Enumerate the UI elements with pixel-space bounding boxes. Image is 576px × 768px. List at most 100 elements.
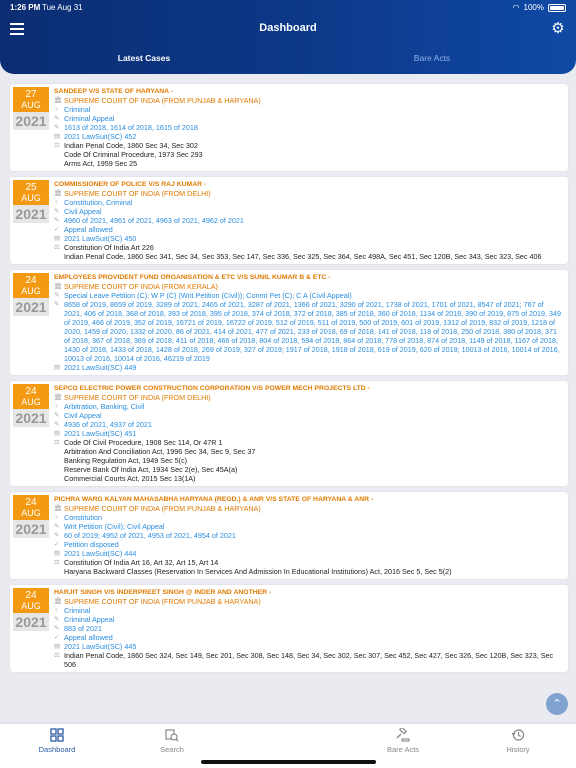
date-month: AUG	[21, 397, 41, 407]
disposal-icon: ✓	[54, 634, 60, 641]
act-line: Commercial Courts Act, 2015 Sec 13(1A)	[64, 474, 196, 483]
status-bar: 1:26 PM Tue Aug 31 ◠ 100%	[0, 0, 576, 14]
case-number-icon: ✎	[54, 421, 60, 428]
act-line: Banking Regulation Act, 1949 Sec 5(c)	[64, 456, 188, 465]
nav-label: Dashboard	[38, 745, 76, 754]
nav-bare-acts[interactable]: Bare Acts	[368, 728, 438, 754]
case-numbers: 60 of 2019; 4952 of 2021, 4953 of 2021, …	[64, 531, 236, 540]
act-line: Haryana Backward Classes (Reservation In…	[64, 567, 452, 576]
court-icon: 🏛	[54, 505, 63, 512]
case-numbers: 8658 of 2019, 8659 of 2019, 3289 of 2021…	[64, 300, 562, 363]
date-month: AUG	[21, 193, 41, 203]
court-name: SUPREME COURT OF INDIA (FROM KERALA)	[64, 282, 218, 291]
case-type-icon: ✎	[54, 523, 60, 530]
citation[interactable]: 2021 LawSuit(SC) 452	[64, 132, 136, 141]
disposal-icon: ✓	[54, 541, 60, 548]
court-name: SUPREME COURT OF INDIA (FROM PUNJAB & HA…	[64, 597, 261, 606]
tab-latest-cases[interactable]: Latest Cases	[0, 48, 288, 70]
gear-icon[interactable]: ⚙	[550, 21, 566, 37]
court-icon: 🏛	[54, 598, 63, 605]
case-card[interactable]: 24 AUG 2021 SEPCO ELECTRIC POWER CONSTRUC…	[10, 381, 568, 486]
act-icon: ⚖	[54, 244, 60, 251]
battery-icon	[548, 3, 566, 12]
case-card[interactable]: 24 AUG 2021 EMPLOYEES PROVIDENT FUND ORGA…	[10, 270, 568, 375]
case-card[interactable]: 24 AUG 2021 HARJIT SINGH V/S INDERPREET S…	[10, 585, 568, 672]
act-icon: ⚖	[54, 439, 60, 446]
nav-history[interactable]: History	[483, 728, 553, 754]
date-year: 2021	[13, 112, 49, 130]
status-time: 1:26 PM	[10, 3, 41, 12]
date-day: 24	[25, 386, 37, 397]
date-day: 24	[25, 275, 37, 286]
date-badge: 27 AUG 2021	[13, 87, 49, 130]
scroll-to-top-button[interactable]: ⌃	[546, 693, 568, 715]
case-number-icon: ✎	[54, 532, 60, 539]
date-month: AUG	[21, 286, 41, 296]
case-type-icon: ✎	[54, 616, 60, 623]
disposal-icon: ✓	[54, 226, 60, 233]
nav-dashboard[interactable]: Dashboard	[22, 728, 92, 754]
citation-icon: ▤	[54, 643, 61, 650]
date-year: 2021	[13, 409, 49, 427]
act-line: Indian Penal Code, 1860 Sec 34, Sec 302	[64, 141, 198, 150]
case-type: Writ Petition (Civil); Civil Appeal	[64, 522, 165, 531]
dashboard-icon	[50, 728, 64, 742]
citation-icon: ▤	[54, 133, 61, 140]
citation[interactable]: 2021 LawSuit(SC) 445	[64, 642, 136, 651]
tab-bar: Latest Cases Bare Acts	[0, 48, 576, 70]
case-card[interactable]: 24 AUG 2021 PICHRA WARG KALYAN MAHASABHA …	[10, 492, 568, 579]
status-indicators: ◠ 100%	[513, 3, 566, 12]
disposal: Appeal allowed	[64, 633, 113, 642]
date-badge: 24 AUG 2021	[13, 495, 49, 538]
date-month: AUG	[21, 508, 41, 518]
case-category: Criminal	[64, 606, 91, 615]
citation-icon: ▤	[54, 235, 61, 242]
case-numbers: 4936 of 2021, 4937 of 2021	[64, 420, 152, 429]
act-line: Indian Penal Code, 1860 Sec 341, Sec 34,…	[64, 252, 542, 261]
category-icon: ♀	[54, 106, 59, 113]
act-line: Indian Penal Code, 1860 Sec 324, Sec 149…	[64, 651, 554, 669]
citation[interactable]: 2021 LawSuit(SC) 449	[64, 363, 136, 372]
case-title: PICHRA WARG KALYAN MAHASABHA HARYANA (RE…	[54, 496, 374, 503]
act-line: Constitution Of India Art 226	[64, 243, 154, 252]
act-icon: ⚖	[54, 559, 60, 566]
court-icon: 🏛	[54, 190, 63, 197]
case-title: SANDEEP V/S STATE OF HARYANA -	[54, 88, 173, 95]
case-card[interactable]: 27 AUG 2021 SANDEEP V/S STATE OF HARYANA …	[10, 84, 568, 171]
court-name: SUPREME COURT OF INDIA (FROM DELHI)	[64, 393, 211, 402]
search-icon	[165, 729, 179, 742]
home-indicator	[201, 760, 376, 764]
case-card[interactable]: 25 AUG 2021 COMMISSIONER OF POLICE V/S RA…	[10, 177, 568, 264]
case-category: Arbitration, Banking, Civil	[64, 402, 145, 411]
nav-search[interactable]: Search	[137, 728, 207, 754]
tab-bare-acts[interactable]: Bare Acts	[288, 48, 576, 70]
act-line: Reserve Bank Of India Act, 1934 Sec 2(e)…	[64, 465, 238, 474]
category-icon: ♀	[54, 607, 59, 614]
court-name: SUPREME COURT OF INDIA (FROM PUNJAB & HA…	[64, 504, 261, 513]
date-badge: 24 AUG 2021	[13, 588, 49, 631]
case-number-icon: ✎	[54, 625, 60, 632]
court-icon: 🏛	[54, 394, 63, 401]
act-line: Arms Act, 1959 Sec 25	[64, 159, 138, 168]
date-year: 2021	[13, 298, 49, 316]
category-icon: ♀	[54, 199, 59, 206]
case-category: Constitution, Criminal	[64, 198, 133, 207]
nav-label: Bare Acts	[386, 745, 420, 754]
citation-icon: ▤	[54, 550, 61, 557]
citation[interactable]: 2021 LawSuit(SC) 451	[64, 429, 136, 438]
date-badge: 24 AUG 2021	[13, 384, 49, 427]
case-title: COMMISSIONER OF POLICE V/S RAJ KUMAR -	[54, 181, 207, 188]
act-line: Code Of Criminal Procedure, 1973 Sec 293	[64, 150, 203, 159]
court-icon: 🏛	[54, 283, 63, 290]
history-icon	[511, 729, 525, 741]
citation[interactable]: 2021 LawSuit(SC) 450	[64, 234, 136, 243]
case-title: EMPLOYEES PROVIDENT FUND ORGANISATION & …	[54, 274, 331, 281]
category-icon: ♀	[54, 403, 59, 410]
citation[interactable]: 2021 LawSuit(SC) 444	[64, 549, 136, 558]
case-type: Civil Appeal	[64, 411, 102, 420]
date-day: 24	[25, 497, 37, 508]
date-year: 2021	[13, 613, 49, 631]
court-name: SUPREME COURT OF INDIA (FROM PUNJAB & HA…	[64, 96, 261, 105]
act-icon: ⚖	[54, 142, 60, 149]
gavel-icon	[396, 728, 410, 742]
